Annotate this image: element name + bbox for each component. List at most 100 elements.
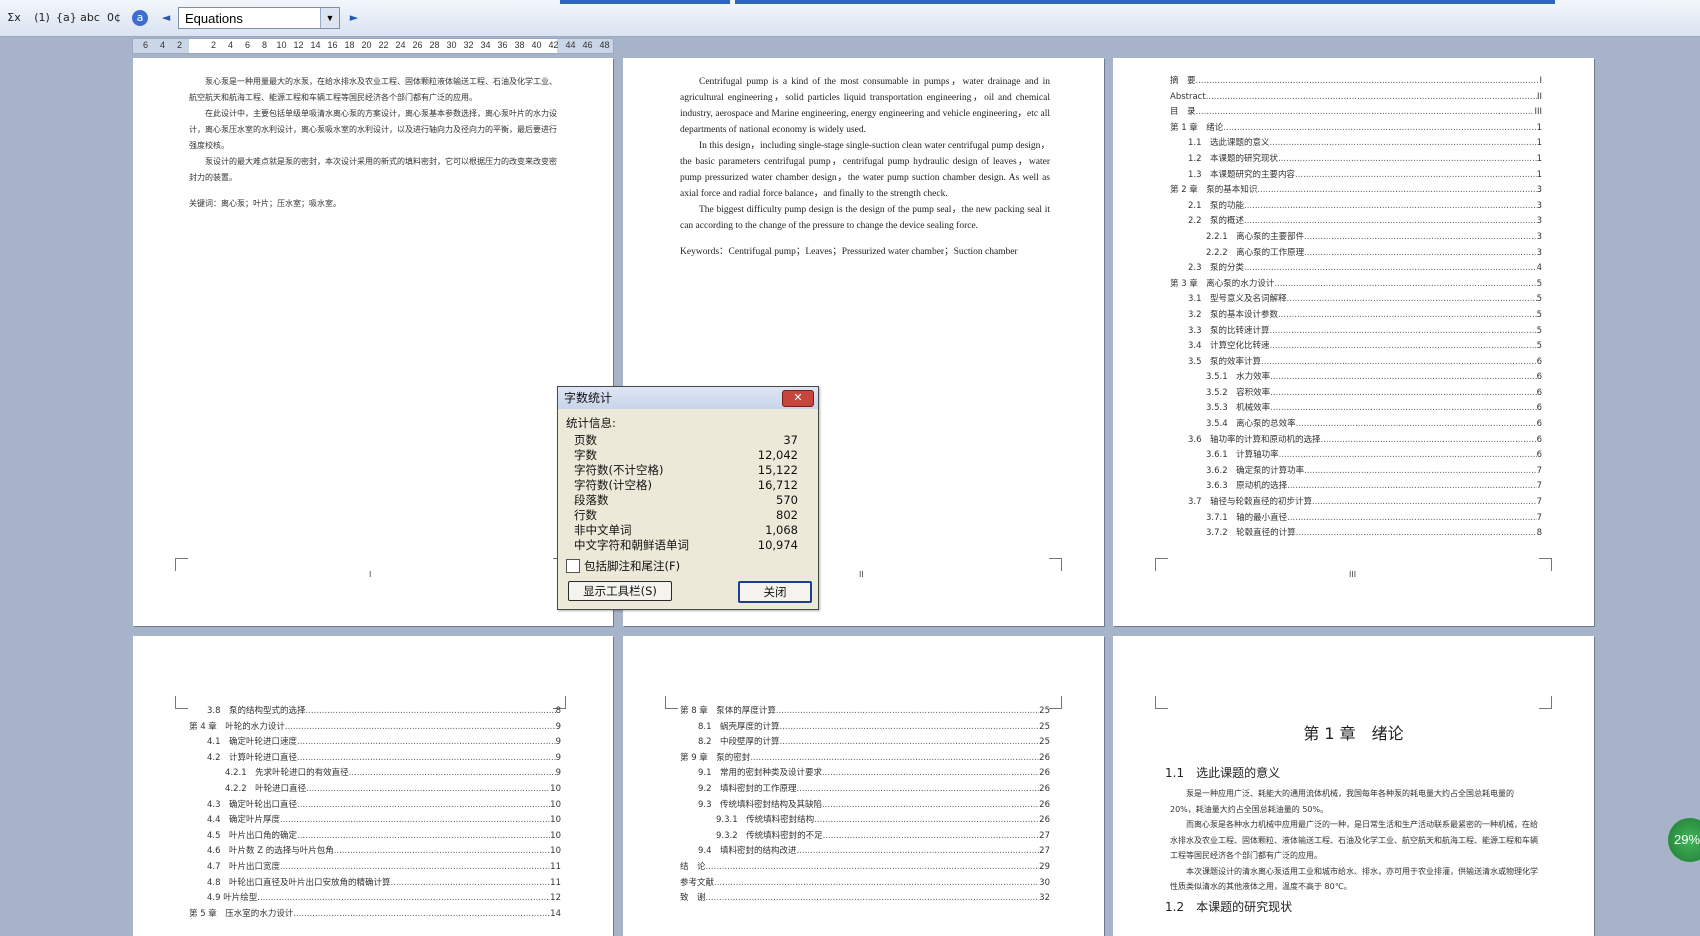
toc-entry[interactable]: 第 8 章 泵体的厚度计算 25 <box>680 704 1050 720</box>
toc-entry[interactable]: 4.5 叶片出口角的确定 10 <box>189 829 561 845</box>
toc-entry[interactable]: 3.6 轴功率的计算和原动机的选择 6 <box>1170 433 1542 449</box>
toc-entry-title: 第 5 章 压水室的水力设计 <box>189 908 294 919</box>
chevron-down-icon[interactable]: ▼ <box>320 8 339 28</box>
equations-combo[interactable]: Equations ▼ <box>178 7 340 29</box>
toc-entry-title: 3.3 泵的比转速计算 <box>1188 325 1270 336</box>
toc-entry[interactable]: 9.4 填料密封的结构改进 27 <box>680 844 1050 860</box>
toc-entry-page: 7 <box>1536 497 1542 508</box>
page-1: 泵心泵是一种用量最大的水泵，在给水排水及农业工程、固体颗粒液体输送工程、石油及化… <box>133 58 613 626</box>
toc-entry[interactable]: 9.3.1 传统填料密封结构 26 <box>680 813 1050 829</box>
toc-entry-title: 9.3 传统填料密封结构及其缺陷 <box>698 799 823 810</box>
toc-entry[interactable]: 1.3 本课题研究的主要内容 1 <box>1170 168 1542 184</box>
toc-entry-title: 3.7 轴径与轮毂直径的初步计算 <box>1188 497 1313 508</box>
toc-entry[interactable]: 3.2 泵的基本设计参数 5 <box>1170 308 1542 324</box>
toc-entry-page: 3 <box>1536 247 1542 258</box>
paragraph: 而离心泵是各种水力机械中应用最广泛的一种，是日常生活和生产活动联系最紧密的一种机… <box>1170 820 1538 860</box>
prev-arrow-icon[interactable]: ◄ <box>158 8 174 28</box>
toc-entry[interactable]: 3.6.3 原动机的选择 7 <box>1170 479 1542 495</box>
toc-entry[interactable]: 第 3 章 离心泵的水力设计 5 <box>1170 277 1542 293</box>
toc-entry[interactable]: 第 1 章 绪论 1 <box>1170 121 1542 137</box>
toc-entry[interactable]: 2.2.2 离心泵的工作原理 3 <box>1170 246 1542 262</box>
toolbar-button-1[interactable]: Σx <box>4 8 24 28</box>
stat-row: 非中文单词 1,068 <box>574 523 798 538</box>
toc-entry[interactable]: 4.2.2 叶轮进口直径 10 <box>189 782 561 798</box>
footnotes-checkbox[interactable] <box>566 559 580 573</box>
toc-entry[interactable]: 2.2 泵的概述 3 <box>1170 214 1542 230</box>
toc-entry[interactable]: 3.5.4 离心泵的总效率 6 <box>1170 417 1542 433</box>
toc-entry[interactable]: 3.6.1 计算轴功率 6 <box>1170 448 1542 464</box>
toc-entry-page: 3 <box>1536 216 1542 227</box>
toc-leader <box>714 876 1039 892</box>
globe-icon[interactable]: a <box>132 10 148 26</box>
toc-entry[interactable]: 3.5.1 水力效率 6 <box>1170 370 1542 386</box>
toc-entry-title: 4.5 叶片出口角的确定 <box>207 830 298 841</box>
toc-entry[interactable]: 2.3 泵的分类 4 <box>1170 261 1542 277</box>
toc-leader <box>1321 433 1537 449</box>
toolbar-button-4[interactable]: abc <box>80 8 100 28</box>
page-2-body: Centrifugal pump is a kind of the most c… <box>680 74 1050 260</box>
toc-entry[interactable]: 目 录 III <box>1170 105 1542 121</box>
toc-entry[interactable]: 1.2 本课题的研究现状 1 <box>1170 152 1542 168</box>
toc-entry[interactable]: 9.3 传统填料密封结构及其缺陷 26 <box>680 798 1050 814</box>
toc-entry-page: 10 <box>550 815 561 826</box>
toc-entry[interactable]: 9.2 填料密封的工作原理 26 <box>680 782 1050 798</box>
toc-entry[interactable]: 1.1 选此课题的意义 1 <box>1170 136 1542 152</box>
toc-entry[interactable]: 4.1 确定叶轮进口速度 9 <box>189 735 561 751</box>
toc-entry[interactable]: 2.2.1 离心泵的主要部件 3 <box>1170 230 1542 246</box>
toc-entry[interactable]: 3.8 泵的结构型式的选择 8 <box>189 704 561 720</box>
toc-entry[interactable]: 3.5.3 机械效率 6 <box>1170 401 1542 417</box>
ruler[interactable]: 6 4 2 2 4 6 8 10 12 14 16 18 20 22 24 26 28 30 32 34 36 38 40 4… <box>132 38 614 54</box>
toc-entry[interactable]: 第 9 章 泵的密封 26 <box>680 751 1050 767</box>
toc-entry-title: 4.6 叶片数 Z 的选择与叶片包角 <box>207 846 334 857</box>
toc-entry[interactable]: 3.6.2 确定泵的计算功率 7 <box>1170 464 1542 480</box>
toc-entry[interactable]: 致 谢 32 <box>680 891 1050 907</box>
toc-entry[interactable]: 4.3 确定叶轮出口直径 10 <box>189 798 561 814</box>
toc-entry[interactable]: 8.1 蜗壳厚度的计算 25 <box>680 720 1050 736</box>
toc-entry[interactable]: 3.7 轴径与轮毂直径的初步计算 7 <box>1170 495 1542 511</box>
keywords: Keywords：Centrifugal pump；Leaves；Pressur… <box>680 247 1018 257</box>
toc-entry[interactable]: 4.2 计算叶轮进口直径 9 <box>189 751 561 767</box>
toc-entry[interactable]: 3.3 泵的比转速计算 5 <box>1170 324 1542 340</box>
word-count-dialog: 字数统计 ✕ 统计信息: 页数 37 字数 12,042 字符数(不计空格) 15,122… <box>557 386 819 610</box>
toc-entry[interactable]: 2.1 泵的功能 3 <box>1170 199 1542 215</box>
zoom-badge[interactable]: 29% <box>1668 818 1700 862</box>
toc-entry[interactable]: 4.9 叶片绘型 12 <box>189 891 561 907</box>
toc-entry-page: 8 <box>555 706 561 716</box>
toc-entry[interactable]: 第 4 章 叶轮的水力设计 9 <box>189 720 561 736</box>
toc-leader <box>1295 168 1537 184</box>
close-button[interactable]: 关闭 <box>738 581 812 603</box>
toc-entry[interactable]: Abstract II <box>1170 90 1542 106</box>
toc-entry[interactable]: 3.5.2 容积效率 6 <box>1170 386 1542 402</box>
toc-entry[interactable]: 摘 要I <box>1170 74 1542 90</box>
toc-entry[interactable]: 3.4 计算空化比转速 5 <box>1170 339 1542 355</box>
toc-entry[interactable]: 9.1 常用的密封种类及设计要求 26 <box>680 766 1050 782</box>
toc-entry[interactable]: 4.6 叶片数 Z 的选择与叶片包角 10 <box>189 844 561 860</box>
toc-entry[interactable]: 参考文献 30 <box>680 876 1050 892</box>
toc-leader <box>822 798 1039 814</box>
toc-entry[interactable]: 3.1 型号意义及名词解释 5 <box>1170 292 1542 308</box>
toc-entry[interactable]: 4.7 叶片出口宽度 11 <box>189 860 561 876</box>
toc-entry[interactable]: 结 论 29 <box>680 860 1050 876</box>
close-icon[interactable]: ✕ <box>782 390 814 407</box>
toc-entry[interactable]: 3.7.1 轴的最小直径 7 <box>1170 511 1542 527</box>
toc-entry[interactable]: 8.2 中段壁厚的计算 25 <box>680 735 1050 751</box>
toc-entry-page: 6 <box>1536 387 1542 398</box>
toc-entry[interactable]: 9.3.2 传统填料密封的不足 27 <box>680 829 1050 845</box>
toc-entry-page: 6 <box>1536 372 1542 383</box>
toc-entry-title: 3.6.1 计算轴功率 <box>1206 450 1279 461</box>
toc-entry[interactable]: 4.2.1 先求叶轮进口的有效直径 9 <box>189 766 561 782</box>
toc-entry[interactable]: 第 2 章 泵的基本知识 3 <box>1170 183 1542 199</box>
ruler-tick: 10 <box>276 40 287 50</box>
toc-entry-page: 1 <box>1536 122 1542 133</box>
toc-entry[interactable]: 3.7.2 轮毂直径的计算 8 <box>1170 526 1542 542</box>
toc-entry[interactable]: 4.4 确定叶片厚度 10 <box>189 813 561 829</box>
toc-leader <box>814 813 1039 829</box>
toolbar-button-5[interactable]: 0¢ <box>104 8 124 28</box>
toc-entry[interactable]: 3.5 泵的效率计算 6 <box>1170 355 1542 371</box>
toolbar-button-2[interactable]: (1) <box>32 8 52 28</box>
toolbar-button-3[interactable]: {a} <box>56 8 77 28</box>
toc-entry[interactable]: 4.8 叶轮出口直径及叶片出口安放角的精确计算 11 <box>189 876 561 892</box>
show-toolbar-button[interactable]: 显示工具栏(S) <box>568 581 672 601</box>
toc-entry[interactable]: 第 5 章 压水室的水力设计 14 <box>189 907 561 923</box>
next-arrow-icon[interactable]: ► <box>346 8 362 28</box>
